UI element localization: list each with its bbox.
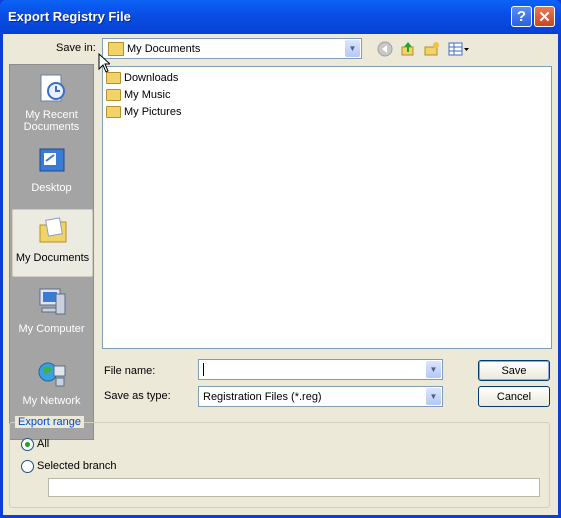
radio-all[interactable] <box>21 438 34 451</box>
file-name-label: File name: <box>104 365 156 377</box>
list-item-my-music[interactable]: My Music <box>106 87 170 103</box>
save-as-type-value: Registration Files (*.reg) <box>203 391 322 403</box>
radio-selected-branch[interactable] <box>21 460 34 473</box>
place-my-network[interactable]: My Network <box>12 353 91 419</box>
file-name-text: My Music <box>124 89 171 101</box>
pictures-folder-icon <box>106 106 121 118</box>
place-label: My Network <box>22 395 81 407</box>
save-as-type-dropdown[interactable]: Registration Files (*.reg) ▼ <box>198 386 443 407</box>
my-documents-icon <box>39 217 66 243</box>
place-my-computer[interactable]: My Computer <box>12 281 91 341</box>
my-network-icon <box>38 362 65 387</box>
chevron-down-icon[interactable]: ▼ <box>426 361 441 378</box>
export-registry-dialog: Export Registry File ? ✕ Save in: My Doc… <box>0 0 561 518</box>
file-name-input[interactable]: ▼ <box>198 359 443 380</box>
list-item-downloads[interactable]: Downloads <box>106 70 178 86</box>
folder-icon <box>106 72 121 84</box>
mouse-cursor-icon <box>98 53 110 73</box>
music-folder-icon <box>106 89 121 101</box>
export-range-legend: Export range <box>15 416 84 428</box>
views-menu-icon[interactable] <box>448 41 470 57</box>
new-folder-icon[interactable] <box>424 41 440 57</box>
place-label: My Computer <box>18 323 85 335</box>
my-documents-small-icon <box>108 42 124 56</box>
chevron-down-icon[interactable]: ▼ <box>345 40 360 57</box>
recent-documents-icon <box>40 74 65 102</box>
back-icon[interactable] <box>377 41 393 57</box>
place-desktop[interactable]: Desktop <box>12 140 91 196</box>
title-bar[interactable]: Export Registry File ? ✕ <box>0 0 561 34</box>
desktop-icon <box>39 148 64 172</box>
save-in-dropdown[interactable]: My Documents ▼ <box>102 38 362 59</box>
text-cursor <box>203 363 204 376</box>
file-name-text: My Pictures <box>124 106 182 118</box>
chevron-down-icon[interactable]: ▼ <box>426 388 441 405</box>
radio-all-label[interactable]: All <box>37 438 49 450</box>
close-button[interactable]: ✕ <box>534 6 555 27</box>
dialog-body: Save in: My Documents ▼ My Recent Docume… <box>3 34 558 515</box>
list-item-my-pictures[interactable]: My Pictures <box>106 104 181 120</box>
save-in-label: Save in: <box>56 42 96 54</box>
up-folder-icon[interactable] <box>400 41 416 57</box>
file-name-text: Downloads <box>124 72 179 84</box>
help-button[interactable]: ? <box>511 6 532 27</box>
file-list[interactable]: Downloads My Music My Pictures <box>102 66 552 349</box>
place-my-documents[interactable]: My Documents <box>12 209 93 277</box>
my-computer-icon <box>39 288 65 315</box>
place-label: My Documents <box>15 252 90 264</box>
save-button[interactable]: Save <box>478 360 550 381</box>
radio-selected-branch-label[interactable]: Selected branch <box>37 460 117 472</box>
save-in-value: My Documents <box>127 43 201 55</box>
window-title: Export Registry File <box>8 9 131 24</box>
save-as-type-label: Save as type: <box>104 390 171 402</box>
place-label: My Recent Documents <box>23 109 80 133</box>
cancel-button[interactable]: Cancel <box>478 386 550 407</box>
place-my-recent-documents[interactable]: My Recent Documents <box>12 67 91 133</box>
place-label: Desktop <box>31 182 72 194</box>
places-bar: My Recent Documents Desktop My Documents <box>9 64 94 440</box>
selected-branch-input[interactable] <box>48 478 540 497</box>
